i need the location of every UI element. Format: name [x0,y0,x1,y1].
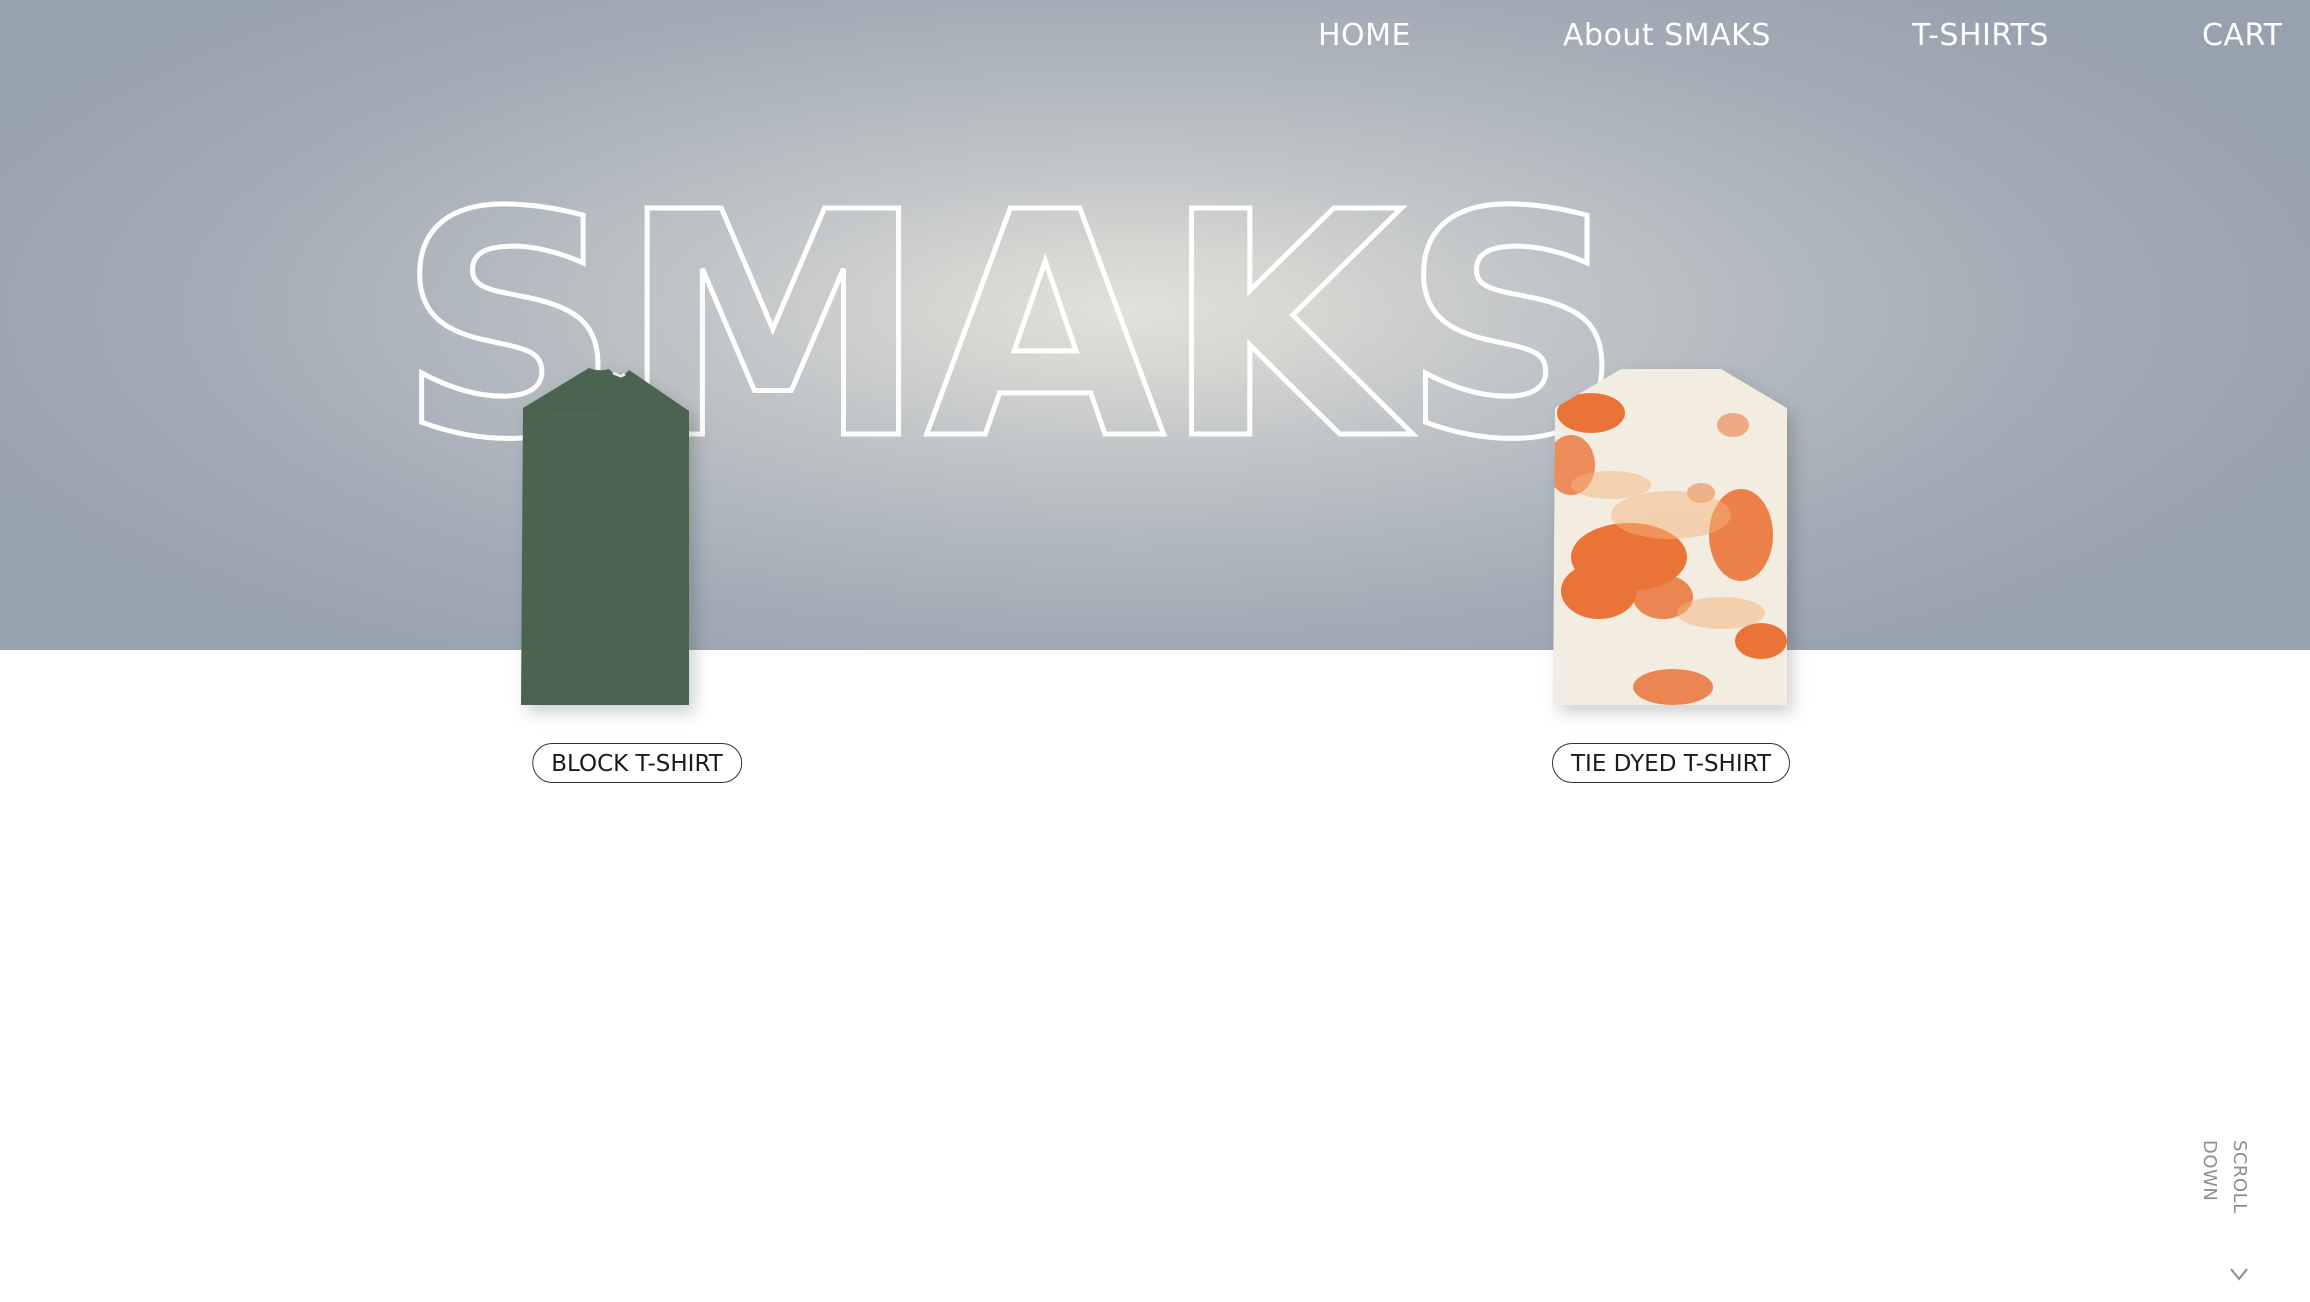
block-tshirt-image[interactable] [517,365,757,705]
nav-home[interactable]: HOME [1318,14,1411,58]
tie-dyed-tshirt-image[interactable] [1551,365,1791,705]
chevron-down-icon [2230,1268,2248,1281]
top-navigation: HOME About SMAKS T-SHIRTS CART [0,14,2310,58]
product-tie-dyed-tshirt[interactable]: TIE DYED T-SHIRT [1551,365,1791,795]
tie-dyed-tshirt-button[interactable]: TIE DYED T-SHIRT [1551,743,1791,783]
nav-cart[interactable]: CART [2202,14,2282,58]
brand-wordmark: SMAKS [395,150,1627,470]
block-tshirt-button[interactable]: BLOCK T-SHIRT [532,743,742,783]
scroll-down-label: SCROLL DOWN [2199,1140,2250,1214]
scroll-down-indicator[interactable]: SCROLL DOWN [2199,1140,2254,1290]
hero-banner: SMAKS HOME About SMAKS T-SHIRTS CART [0,0,2310,650]
nav-tshirts[interactable]: T-SHIRTS [1912,14,2049,58]
nav-about[interactable]: About SMAKS [1563,14,1771,58]
product-block-tshirt[interactable]: BLOCK T-SHIRT [517,365,757,795]
